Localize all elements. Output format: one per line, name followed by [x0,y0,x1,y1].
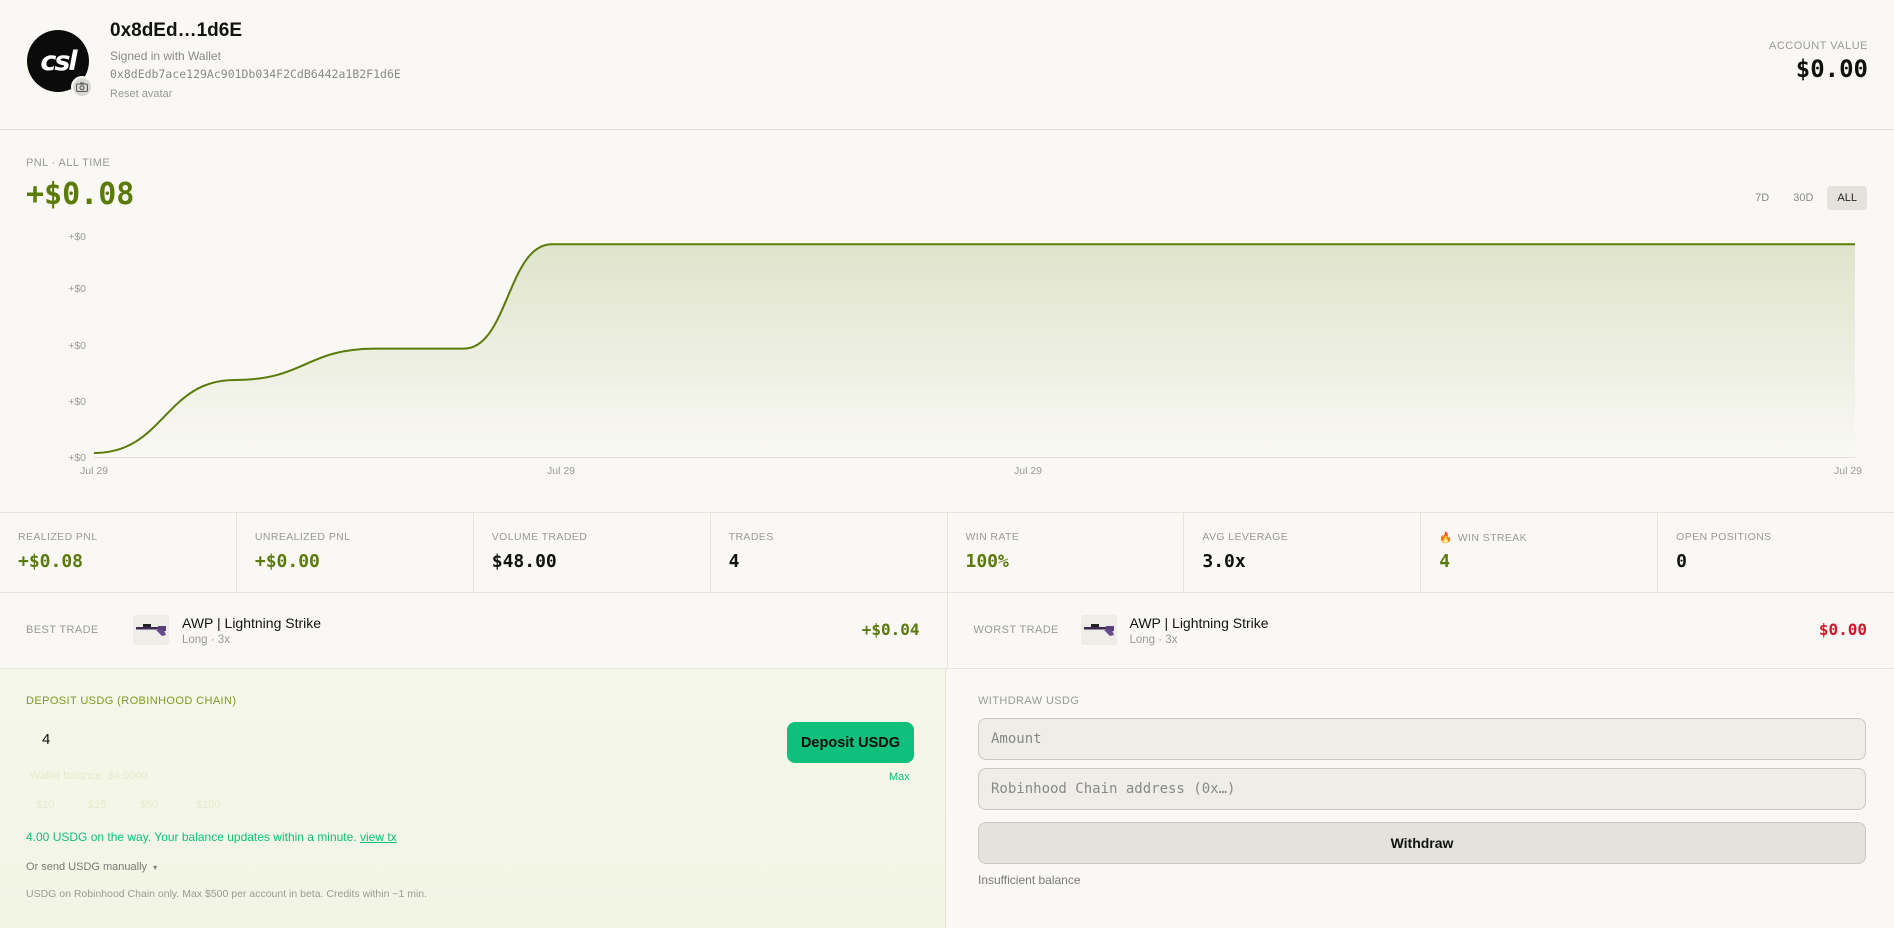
pnl-value: +$0.08 [26,177,135,212]
deposit-status: 4.00 USDG on the way. Your balance updat… [26,830,397,844]
deposit-title: DEPOSIT USDG (ROBINHOOD CHAIN) [26,695,237,707]
stat-unrealized-pnl: UNREALIZED PNL +$0.00 [237,513,474,592]
trades-row: BEST TRADE AWP | Lightning Strike Long ·… [0,593,1894,669]
chevron-down-icon: ▾ [153,863,158,872]
pnl-label: PNL · ALL TIME [26,157,111,169]
stat-value: 100% [965,551,1009,572]
stat-label: OPEN POSITIONS [1676,531,1771,543]
account-value: $0.00 [1795,55,1868,83]
stat-label: VOLUME TRADED [492,531,587,543]
stat-label-text: WIN STREAK [1457,532,1528,544]
username: 0x8dEd…1d6E [110,20,242,41]
stat-value: 4 [728,551,740,572]
worst-trade-name: AWP | Lightning Strike [1129,615,1269,631]
chart-area-fill [94,244,1855,457]
wallet-address: 0x8dEdb7ace129Ac901Db034F2CdB6442a1B2F1d… [110,67,401,81]
reset-avatar-link[interactable]: Reset avatar [110,88,172,100]
withdraw-address-input[interactable]: Robinhood Chain address (0x…) [978,768,1866,810]
withdraw-button[interactable]: Withdraw [978,822,1866,864]
rifle-icon [133,615,169,645]
y-tick-label: +$0 [68,396,86,408]
preset-50-button[interactable]: $50 [140,799,158,811]
stat-volume-traded: VOLUME TRADED $48.00 [474,513,711,592]
stat-label-text: OPEN POSITIONS [1676,531,1772,543]
stat-label-text: VOLUME TRADED [491,531,588,543]
x-tick-label: Jul 29 [80,465,108,477]
range-all-button[interactable]: ALL [1827,186,1867,210]
stat-label-text: TRADES [728,531,774,543]
stat-realized-pnl: REALIZED PNL +$0.08 [0,513,237,592]
stat-open-positions: OPEN POSITIONS 0 [1658,513,1894,592]
stat-label: WIN RATE [966,531,1020,543]
best-trade-detail: Long · 3x [182,634,230,646]
best-trade-pnl: +$0.04 [861,620,920,639]
fire-icon: 🔥 [1439,532,1453,544]
y-tick-label: +$0 [68,283,86,295]
sign-in-method: Signed in with Wallet [110,49,221,63]
deposit-status-text: 4.00 USDG on the way. Your balance updat… [26,830,357,844]
wallet-balance-text: Wallet balance: $4.0000 [30,770,148,782]
x-tick-label: Jul 29 [1014,465,1042,477]
range-7d-button[interactable]: 7D [1745,186,1779,210]
deposit-button[interactable]: Deposit USDG [787,722,914,763]
withdraw-panel: WITHDRAW USDG Amount Robinhood Chain add… [947,669,1894,928]
range-selector: 7D 30D ALL [1745,186,1867,210]
withdraw-note: Insufficient balance [978,873,1081,887]
camera-icon[interactable] [71,76,93,98]
x-tick-label: Jul 29 [547,465,575,477]
stat-value: 0 [1676,551,1687,572]
stat-label-text: WIN RATE [965,531,1020,543]
send-manually-toggle[interactable]: Or send USDG manually ▾ [26,861,157,873]
send-manually-label: Or send USDG manually [26,861,148,873]
max-link[interactable]: Max [889,771,910,783]
stat-win-streak: 🔥 WIN STREAK 4 [1421,513,1659,592]
withdraw-amount-input[interactable]: Amount [978,718,1866,760]
worst-trade[interactable]: WORST TRADE AWP | Lightning Strike Long … [948,593,1894,668]
worst-trade-label: WORST TRADE [973,624,1059,636]
range-30d-button[interactable]: 30D [1783,186,1823,210]
stat-value: +$0.08 [18,551,84,572]
rifle-icon [1080,615,1117,645]
worst-trade-detail: Long · 3x [1129,634,1178,646]
x-tick-label: Jul 29 [1834,465,1862,477]
stat-label-text: REALIZED PNL [18,531,98,543]
stat-label: AVG LEVERAGE [1202,531,1288,543]
stat-value: $48.00 [491,551,557,572]
profile-header: csl 0x8dEd…1d6E Signed in with Wallet 0x… [0,0,1894,130]
stat-label: REALIZED PNL [18,531,98,543]
stat-value: 4 [1439,551,1451,572]
y-tick-label: +$0 [68,452,86,464]
deposit-amount-input[interactable]: 4 [26,721,776,759]
deposit-panel: DEPOSIT USDG (ROBINHOOD CHAIN) 4 Deposit… [0,669,946,928]
deposit-footnote: USDG on Robinhood Chain only. Max $500 p… [26,888,428,900]
stat-value: +$0.00 [254,551,320,572]
stat-label-text: AVG LEVERAGE [1202,531,1289,543]
pnl-chart: +$0 +$0 +$0 +$0 +$0 Jul 29 Jul 29 Jul 29 Jul 29 [68,231,1862,477]
preset-25-button[interactable]: $25 [88,799,106,811]
stat-label: 🔥 WIN STREAK [1439,531,1527,544]
worst-trade-pnl: $0.00 [1818,620,1867,639]
account-value-label: ACCOUNT VALUE [1768,40,1868,52]
stat-trades: TRADES 4 [711,513,948,592]
view-tx-link[interactable]: view tx [360,830,397,844]
withdraw-title: WITHDRAW USDG [978,695,1080,707]
stat-avg-leverage: AVG LEVERAGE 3.0x [1184,513,1422,592]
stat-win-rate: WIN RATE 100% [948,513,1185,592]
best-trade-name: AWP | Lightning Strike [182,615,322,631]
preset-10-button[interactable]: $10 [36,799,54,811]
y-tick-label: +$0 [68,231,86,243]
stat-label-text: UNREALIZED PNL [254,531,351,543]
best-trade-label: BEST TRADE [26,624,99,636]
y-tick-label: +$0 [68,340,86,352]
stat-value: 3.0x [1202,551,1246,572]
stat-label: TRADES [729,531,774,543]
best-trade[interactable]: BEST TRADE AWP | Lightning Strike Long ·… [0,593,948,668]
stats-row: REALIZED PNL +$0.08 UNREALIZED PNL +$0.00 VO… [0,512,1894,593]
avatar-logo-text: csl [40,45,77,77]
stat-label: UNREALIZED PNL [255,531,350,543]
preset-100-button[interactable]: $100 [196,799,220,811]
